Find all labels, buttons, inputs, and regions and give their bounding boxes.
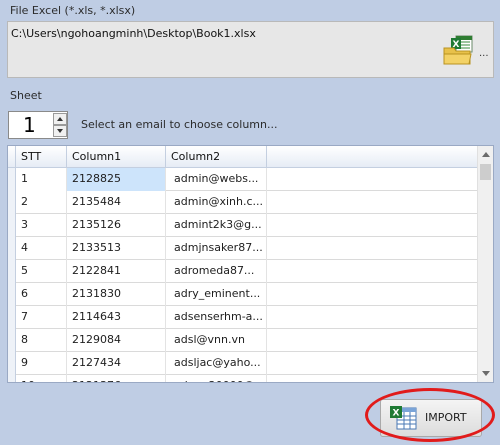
cell-stt[interactable]: 6 xyxy=(16,283,67,306)
cell-column1[interactable]: 2127434 xyxy=(67,352,166,375)
row-header[interactable] xyxy=(8,191,16,214)
sheet-stepper[interactable]: 1 xyxy=(8,111,68,139)
excel-table-icon: X xyxy=(390,406,417,430)
import-button[interactable]: X IMPORT xyxy=(380,399,482,437)
cell-stt[interactable]: 9 xyxy=(16,352,67,375)
cell-column1[interactable]: 2122841 xyxy=(67,260,166,283)
vertical-scrollbar[interactable] xyxy=(477,146,493,382)
cell-column1[interactable]: 2114643 xyxy=(67,306,166,329)
row-header[interactable] xyxy=(8,306,16,329)
row-header[interactable] xyxy=(8,375,16,382)
sheet-label: Sheet xyxy=(10,89,42,102)
arrow-down-icon xyxy=(57,129,63,133)
cell-column2[interactable]: adsljac@yaho... xyxy=(166,352,267,375)
import-button-label: IMPORT xyxy=(425,411,467,424)
column-hint: Select an email to choose column... xyxy=(81,118,278,131)
cell-column1[interactable]: 2135126 xyxy=(67,214,166,237)
data-grid[interactable]: STT Column1 Column2 1 2128825 admin@webs..… xyxy=(7,145,494,383)
table-row[interactable]: 7 2114643 adsenserhm-a... xyxy=(8,306,480,329)
stepper-up-button[interactable] xyxy=(53,113,67,125)
column-header-column1[interactable]: Column1 xyxy=(67,146,166,168)
row-header[interactable] xyxy=(8,168,16,191)
row-header[interactable] xyxy=(8,237,16,260)
arrow-up-icon xyxy=(57,117,63,121)
table-row[interactable]: 8 2129084 adsl@vnn.vn xyxy=(8,329,480,352)
more-options-button[interactable]: ... xyxy=(479,48,489,59)
cell-column1[interactable]: 2129084 xyxy=(67,329,166,352)
file-path-text: C:\Users\ngohoangminh\Desktop\Book1.xlsx xyxy=(11,27,256,40)
cell-column1[interactable]: 2121376 xyxy=(67,375,166,382)
grid-body: 1 2128825 admin@webs... 2 2135484 admin@xinh.… xyxy=(8,168,480,382)
excel-folder-icon: X xyxy=(443,35,473,65)
cell-column2[interactable]: adromeda87... xyxy=(166,260,267,283)
cell-column2[interactable]: adsenserhm-a... xyxy=(166,306,267,329)
table-row[interactable]: 1 2128825 admin@webs... xyxy=(8,168,480,191)
cell-stt[interactable]: 10 xyxy=(16,375,67,382)
cell-column2[interactable]: admin@xinh.c... xyxy=(166,191,267,214)
scroll-thumb[interactable] xyxy=(480,164,491,180)
cell-column2[interactable]: adsl@vnn.vn xyxy=(166,329,267,352)
table-row[interactable]: 102121376adunq20000@... xyxy=(8,375,480,382)
cell-column1[interactable]: 2131830 xyxy=(67,283,166,306)
row-header[interactable] xyxy=(8,260,16,283)
cell-stt[interactable]: 8 xyxy=(16,329,67,352)
cell-column1[interactable]: 2133513 xyxy=(67,237,166,260)
cell-column2[interactable]: admin@webs... xyxy=(166,168,267,191)
cell-stt[interactable]: 3 xyxy=(16,214,67,237)
column-header-stt[interactable]: STT xyxy=(16,146,67,168)
row-header[interactable] xyxy=(8,214,16,237)
svg-text:X: X xyxy=(393,409,400,419)
file-label: File Excel (*.xls, *.xlsx) xyxy=(10,4,136,17)
cell-stt[interactable]: 2 xyxy=(16,191,67,214)
cell-stt[interactable]: 5 xyxy=(16,260,67,283)
table-row[interactable]: 4 2133513 admjnsaker87... xyxy=(8,237,480,260)
cell-column1[interactable]: 2135484 xyxy=(67,191,166,214)
cell-column2[interactable]: admint2k3@g... xyxy=(166,214,267,237)
table-row[interactable]: 2 2135484 admin@xinh.c... xyxy=(8,191,480,214)
table-row[interactable]: 9 2127434 adsljac@yaho... xyxy=(8,352,480,375)
sheet-stepper-value[interactable]: 1 xyxy=(23,112,36,138)
stepper-down-button[interactable] xyxy=(53,125,67,137)
cell-column2[interactable]: admjnsaker87... xyxy=(166,237,267,260)
file-path-box[interactable]: C:\Users\ngohoangminh\Desktop\Book1.xlsx… xyxy=(7,21,494,78)
column-header-column2[interactable]: Column2 xyxy=(166,146,267,168)
cell-stt[interactable]: 1 xyxy=(16,168,67,191)
cell-stt[interactable]: 4 xyxy=(16,237,67,260)
row-header[interactable] xyxy=(8,329,16,352)
cell-column1[interactable]: 2128825 xyxy=(67,168,166,191)
table-row[interactable]: 6 2131830 adry_eminent... xyxy=(8,283,480,306)
cell-stt[interactable]: 7 xyxy=(16,306,67,329)
row-header[interactable] xyxy=(8,352,16,375)
row-header-corner xyxy=(8,146,16,168)
row-header[interactable] xyxy=(8,283,16,306)
scroll-down-icon[interactable] xyxy=(482,371,490,376)
cell-column2[interactable]: adunq20000@... xyxy=(166,375,267,382)
grid-header: STT Column1 Column2 xyxy=(8,146,480,168)
table-row[interactable]: 5 2122841 adromeda87... xyxy=(8,260,480,283)
scroll-up-icon[interactable] xyxy=(482,152,490,157)
table-row[interactable]: 3 2135126 admint2k3@g... xyxy=(8,214,480,237)
cell-column2[interactable]: adry_eminent... xyxy=(166,283,267,306)
browse-file-button[interactable]: X xyxy=(442,34,474,66)
